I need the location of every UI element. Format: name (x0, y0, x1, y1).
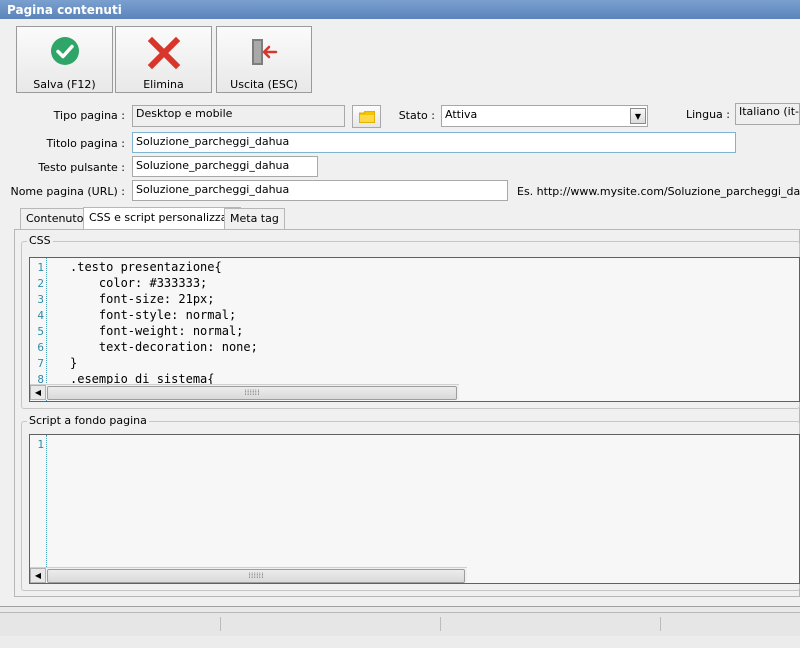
code-line: } (70, 356, 78, 370)
folder-icon (358, 110, 376, 126)
code-line: text-decoration: none; (70, 340, 258, 354)
titolo-pagina-input[interactable]: Soluzione_parcheggi_dahua (132, 132, 736, 153)
window: Pagina contenuti Salva (F12) Elimina Usc… (0, 0, 800, 607)
css-editor[interactable]: 1 2 3 4 5 6 7 8 .testo presentazione{ co… (29, 257, 800, 402)
nome-pagina-label: Nome pagina (URL) : (10, 185, 125, 198)
tipo-pagina-field: Desktop e mobile (132, 105, 345, 127)
tab-contenuto[interactable]: Contenuto (20, 208, 90, 229)
status-bar (0, 612, 800, 636)
folder-button[interactable] (352, 105, 381, 128)
testo-pulsante-label: Testo pulsante : (38, 161, 125, 174)
check-circle-icon (17, 36, 112, 70)
status-separator (660, 617, 661, 631)
css-horizontal-scrollbar[interactable]: ◀ ⁞⁞⁞⁞⁞⁞ (30, 384, 459, 400)
line-number: 6 (37, 341, 44, 354)
css-group-title: CSS (27, 234, 53, 247)
exit-door-icon (217, 36, 311, 70)
scroll-thumb[interactable]: ⁞⁞⁞⁞⁞⁞ (47, 569, 465, 583)
line-number: 5 (37, 325, 44, 338)
line-number: 2 (37, 277, 44, 290)
code-line: font-style: normal; (70, 308, 237, 322)
lingua-field[interactable]: Italiano (it-IT) (735, 103, 800, 125)
stato-value: Attiva (445, 108, 478, 121)
lingua-label: Lingua : (685, 108, 730, 121)
code-line: font-size: 21px; (70, 292, 215, 306)
script-editor[interactable]: 1 ◀ ⁞⁞⁞⁞⁞⁞ (29, 434, 800, 584)
status-separator (220, 617, 221, 631)
status-separator (440, 617, 441, 631)
scroll-left-icon[interactable]: ◀ (30, 568, 46, 583)
code-line: color: #333333; (70, 276, 208, 290)
nome-pagina-input[interactable]: Soluzione_parcheggi_dahua (132, 180, 508, 201)
delete-button[interactable]: Elimina (115, 26, 212, 93)
save-label: Salva (F12) (33, 78, 96, 91)
line-number: 3 (37, 293, 44, 306)
tab-css-script[interactable]: CSS e script personalizzati (83, 207, 241, 229)
line-number: 1 (37, 261, 44, 274)
tipo-pagina-label: Tipo pagina : (53, 109, 125, 122)
line-number: 7 (37, 357, 44, 370)
script-gutter (30, 435, 47, 583)
scroll-left-icon[interactable]: ◀ (30, 385, 46, 400)
exit-label: Uscita (ESC) (230, 78, 298, 91)
exit-button[interactable]: Uscita (ESC) (216, 26, 312, 93)
tab-meta-tag[interactable]: Meta tag (224, 208, 285, 229)
stato-label: Stato : (398, 109, 435, 122)
testo-pulsante-input[interactable]: Soluzione_parcheggi_dahua (132, 156, 318, 177)
line-number: 1 (37, 438, 44, 451)
stato-select[interactable]: Attiva ▼ (441, 105, 648, 127)
dropdown-arrow-icon: ▼ (630, 108, 646, 124)
line-number: 4 (37, 309, 44, 322)
url-example: Es. http://www.mysite.com/Soluzione_parc… (517, 185, 800, 198)
script-horizontal-scrollbar[interactable]: ◀ ⁞⁞⁞⁞⁞⁞ (30, 567, 467, 583)
window-title: Pagina contenuti (0, 0, 800, 19)
titolo-pagina-label: Titolo pagina : (46, 137, 125, 150)
script-group-title: Script a fondo pagina (27, 414, 149, 427)
save-button[interactable]: Salva (F12) (16, 26, 113, 93)
scroll-thumb[interactable]: ⁞⁞⁞⁞⁞⁞ (47, 386, 457, 400)
bottom-strip (0, 636, 800, 648)
code-line: .testo presentazione{ (70, 260, 222, 274)
delete-label: Elimina (143, 78, 184, 91)
code-line: font-weight: normal; (70, 324, 244, 338)
red-x-icon (116, 36, 211, 70)
